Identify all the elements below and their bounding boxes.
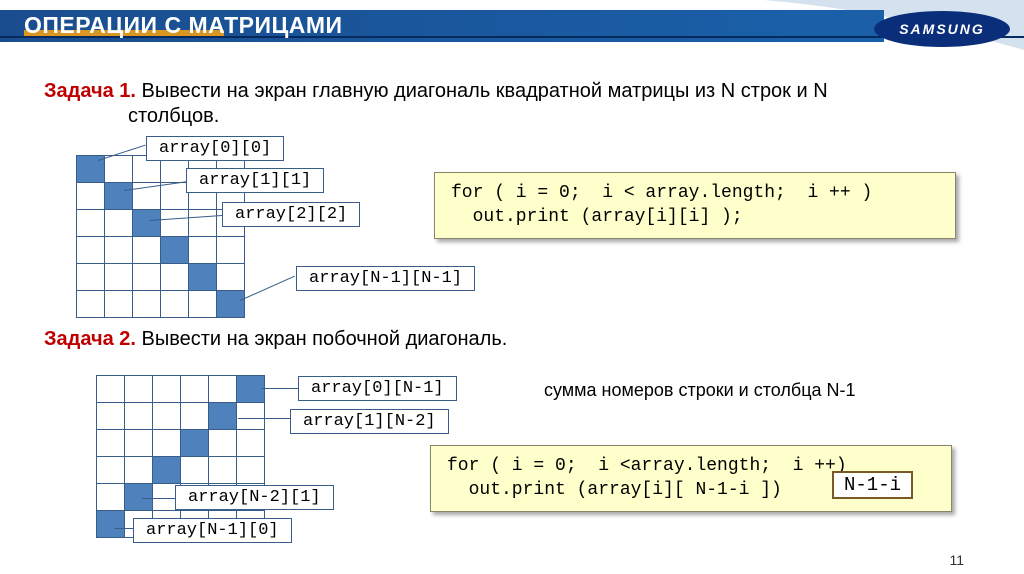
callout-array-n2-1: array[N-2][1] <box>175 485 334 510</box>
task1-text-line1: Вывести на экран главную диагональ квадр… <box>136 80 828 102</box>
callout-array-0-n1: array[0][N-1] <box>298 376 457 401</box>
title-bar: ОПЕРАЦИИ С МАТРИЦАМИ SAMSUNG <box>0 10 1024 46</box>
slide-content: Задача 1. Вывести на экран главную диаго… <box>0 60 1024 574</box>
slide-header: ОПЕРАЦИИ С МАТРИЦАМИ SAMSUNG <box>0 0 1024 50</box>
code-block-task1: for ( i = 0; i < array.length; i ++ ) ou… <box>434 172 956 239</box>
highlight-n-1-i: N-1-i <box>832 471 913 499</box>
code1-line1: for ( i = 0; i < array.length; i ++ ) <box>451 183 872 203</box>
callout-array-n1-0: array[N-1][0] <box>133 518 292 543</box>
callout-array-2-2: array[2][2] <box>222 202 360 227</box>
callout-array-1-n2: array[1][N-2] <box>290 409 449 434</box>
task1-heading: Задача 1. Вывести на экран главную диаго… <box>44 80 828 103</box>
task1-text-line2: столбцов. <box>128 105 219 128</box>
code2-line2: out.print (array[i][ N-1-i ]) <box>447 480 782 500</box>
sum-note-text: сумма номеров строки и столбца N-1 <box>544 380 856 401</box>
callout-leader <box>240 276 295 301</box>
slide-title: ОПЕРАЦИИ С МАТРИЦАМИ <box>24 12 343 39</box>
matrix-anti-diagonal <box>96 375 265 538</box>
callout-array-0-0: array[0][0] <box>146 136 284 161</box>
callout-leader <box>142 498 178 499</box>
callout-array-1-1: array[1][1] <box>186 168 324 193</box>
callout-leader <box>238 418 292 419</box>
samsung-logo: SAMSUNG <box>872 10 1012 48</box>
task2-text: Вывести на экран побочной диагональ. <box>136 328 507 350</box>
page-number: 11 <box>949 552 964 568</box>
callout-array-n1-n1: array[N-1][N-1] <box>296 266 475 291</box>
samsung-logo-text: SAMSUNG <box>899 21 985 37</box>
task2-heading: Задача 2. Вывести на экран побочной диаг… <box>44 328 507 351</box>
task2-number: Задача 2. <box>44 328 136 350</box>
code1-line2: out.print (array[i][i] ); <box>451 207 743 227</box>
code2-line1: for ( i = 0; i <array.length; i ++) <box>447 456 847 476</box>
callout-leader <box>262 388 302 389</box>
task1-number: Задача 1. <box>44 80 136 102</box>
